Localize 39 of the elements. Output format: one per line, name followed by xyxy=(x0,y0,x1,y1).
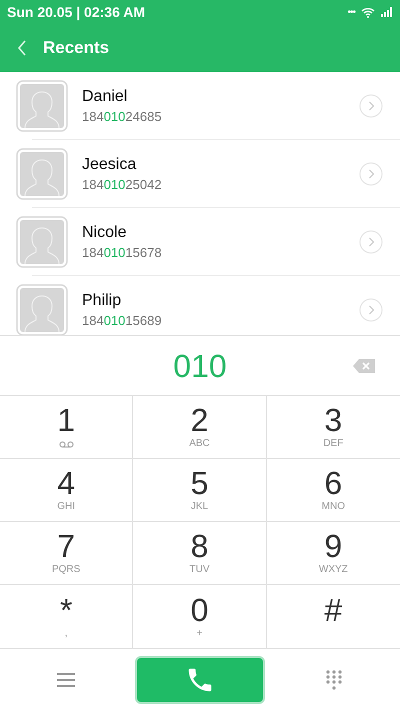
dial-key[interactable]: 5 JKL xyxy=(133,459,267,522)
contact-name: Daniel xyxy=(82,87,128,107)
keypad-icon[interactable] xyxy=(325,670,343,690)
contact-number: 18401025042 xyxy=(82,176,163,194)
chevron-button-icon[interactable] xyxy=(359,162,383,186)
dial-key[interactable]: 0 + xyxy=(133,585,267,648)
contact-number: 18401015689 xyxy=(82,312,163,330)
contact-name: Nicole xyxy=(82,223,128,243)
wifi-icon xyxy=(361,6,375,18)
dial-key[interactable]: 3 DEF xyxy=(266,396,400,459)
contact-number: 18401015678 xyxy=(82,244,163,262)
contact-number: 18401024685 xyxy=(82,108,163,126)
dial-key[interactable]: 4 GHI xyxy=(0,459,134,522)
contact-name: Philip xyxy=(82,291,122,311)
contact-name: Jeesica xyxy=(82,155,138,175)
dial-key[interactable]: 7 PQRS xyxy=(0,522,134,585)
avatar-icon xyxy=(16,216,68,268)
avatar-icon xyxy=(16,80,68,132)
status-time: Sun 20.05 | 02:36 AM xyxy=(7,2,146,22)
dial-key[interactable]: * , xyxy=(0,585,134,648)
dial-key[interactable]: 6 MNO xyxy=(266,459,400,522)
voicemail-icon xyxy=(58,440,74,448)
chevron-button-icon[interactable] xyxy=(359,94,383,118)
menu-icon[interactable] xyxy=(57,673,75,687)
chevron-button-icon[interactable] xyxy=(359,230,383,254)
dial-key[interactable]: 1 xyxy=(0,396,134,459)
status-dots: ••• xyxy=(347,6,355,20)
call-button[interactable] xyxy=(135,656,265,704)
signal-icon xyxy=(381,7,393,17)
back-icon[interactable] xyxy=(17,40,27,56)
dialed-number: 010 xyxy=(173,346,227,386)
backspace-icon[interactable] xyxy=(353,359,375,373)
dial-key[interactable]: 8 TUV xyxy=(133,522,267,585)
header-title: Recents xyxy=(43,37,110,60)
chevron-button-icon[interactable] xyxy=(359,298,383,322)
avatar-icon xyxy=(16,148,68,200)
dial-key[interactable]: 9 WXYZ xyxy=(266,522,400,585)
dial-key[interactable]: 2 ABC xyxy=(133,396,267,459)
dial-key[interactable]: # xyxy=(266,585,400,648)
